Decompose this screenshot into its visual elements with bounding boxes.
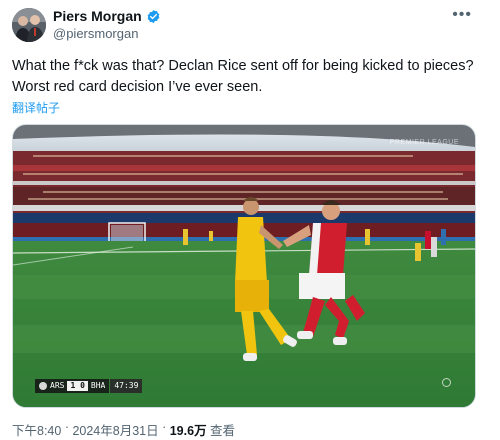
meta-separator-2: · (158, 420, 170, 434)
video-status-icon (442, 378, 451, 387)
meta-separator: · (61, 420, 73, 434)
scorebug: ARS 1 0 BHA 47:39 (35, 379, 143, 393)
more-horizontal-icon[interactable]: ••• (452, 6, 472, 24)
author-handle[interactable]: @piersmorgan (53, 26, 138, 41)
tweet-card: Piers Morgan @piersmorgan ••• What the f… (0, 0, 500, 440)
league-logo-icon (39, 382, 47, 390)
tweet-text: What the f*ck was that? Declan Rice sent… (12, 56, 490, 98)
scorebug-home-team: ARS (50, 381, 65, 390)
views-label: 查看 (206, 424, 236, 438)
match-scene-image (13, 125, 475, 407)
views-count: 19.6万 (169, 424, 207, 438)
translate-post-link[interactable]: 翻译帖子 (12, 99, 60, 116)
scorebug-clock: 47:39 (110, 379, 143, 393)
post-date[interactable]: 2024年8月31日 (72, 420, 158, 439)
author-row: Piers Morgan (53, 8, 161, 24)
scorebug-main: ARS 1 0 BHA (35, 379, 110, 393)
scorebug-score: 1 0 (67, 381, 88, 391)
tweet-text-line-1: What the f*ck was that? Declan Rice sent… (12, 58, 474, 74)
scorebug-away-team: BHA (90, 381, 106, 390)
post-time[interactable]: 下午8:40 (12, 420, 61, 439)
author-display-name[interactable]: Piers Morgan (53, 8, 142, 24)
avatar[interactable] (12, 8, 46, 42)
video-media[interactable]: PREMIER LEAGUE ARS 1 0 BHA 47:39 (12, 124, 476, 408)
tweet-meta: 下午8:40 · 2024年8月31日 · 19.6万 查看 (12, 420, 235, 439)
verified-badge-icon (147, 9, 160, 23)
tweet-text-line-2: Worst red card decision I’ve ever seen. (12, 79, 263, 95)
broadcast-watermark: PREMIER LEAGUE (389, 139, 459, 146)
